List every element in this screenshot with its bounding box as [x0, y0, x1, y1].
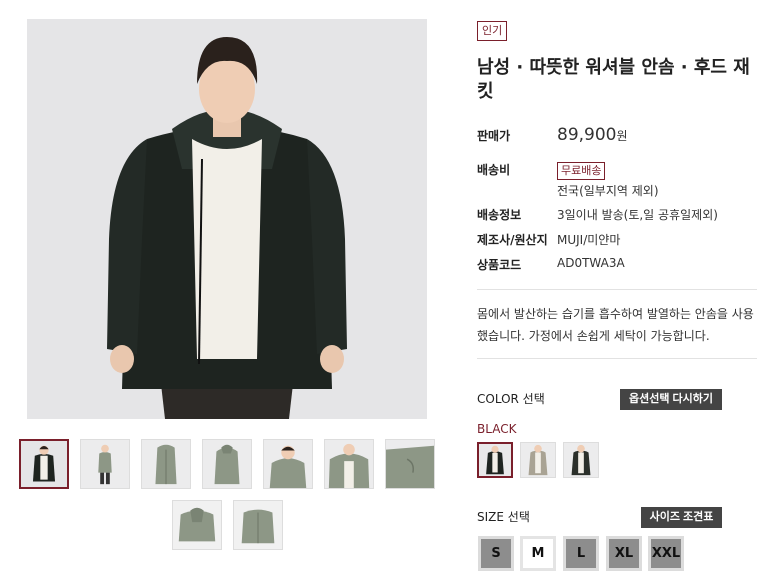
product-code-value: AD0TWA3A: [557, 256, 625, 270]
shipping-note: 전국(일부지역 제외): [557, 184, 659, 198]
price-value: 89,900원: [557, 125, 628, 145]
model-jacket-illustration: [27, 19, 427, 419]
size-option-xxl[interactable]: XXL: [648, 536, 684, 571]
popular-badge: 인기: [477, 21, 508, 41]
thumbnail-3[interactable]: [141, 439, 191, 489]
color-swatch-beige[interactable]: [520, 442, 556, 478]
maker-origin-value: MUJI/미얀마: [557, 233, 621, 247]
product-code-label: 상품코드: [477, 258, 522, 272]
thumbnail-4[interactable]: [202, 439, 252, 489]
thumbnail-5[interactable]: [263, 439, 313, 489]
free-shipping-badge: 무료배송: [557, 162, 606, 180]
price-label: 판매가: [477, 129, 511, 143]
reset-options-button[interactable]: 옵션선택 다시하기: [620, 389, 722, 410]
size-option-s[interactable]: S: [478, 536, 514, 571]
delivery-info-value: 3일이내 발송(토,일 공휴일제외): [557, 208, 718, 222]
divider: [477, 358, 757, 359]
shipping-fee-label: 배송비: [477, 163, 511, 177]
maker-origin-label: 제조사/원산지: [477, 233, 548, 247]
color-select-label: COLOR 선택: [477, 392, 545, 406]
thumbnail-1[interactable]: [19, 439, 69, 489]
price-amount: 89,900: [557, 125, 617, 145]
selected-color-name: BLACK: [477, 422, 517, 436]
thumbnail-9[interactable]: [233, 500, 283, 550]
product-description: 몸에서 발산하는 습기를 흡수하여 발열하는 안솜을 사용했습니다. 가정에서 …: [477, 307, 754, 343]
price-unit: 원: [616, 129, 628, 143]
delivery-info-label: 배송정보: [477, 208, 522, 222]
thumbnail-2[interactable]: [80, 439, 130, 489]
thumbnail-7[interactable]: [385, 439, 435, 489]
size-option-m[interactable]: M: [520, 536, 556, 571]
color-swatch-khaki[interactable]: [563, 442, 599, 478]
main-product-image: [27, 19, 427, 419]
size-chart-button[interactable]: 사이즈 조견표: [641, 507, 722, 528]
product-title: 남성 · 따뜻한 워셔블 안솜 · 후드 재킷: [477, 57, 750, 102]
color-swatch-black[interactable]: [477, 442, 513, 478]
thumbnail-6[interactable]: [324, 439, 374, 489]
divider: [477, 289, 757, 290]
thumbnail-8[interactable]: [172, 500, 222, 550]
size-option-xl[interactable]: XL: [606, 536, 642, 571]
size-select-label: SIZE 선택: [477, 510, 530, 524]
size-option-l[interactable]: L: [563, 536, 599, 571]
